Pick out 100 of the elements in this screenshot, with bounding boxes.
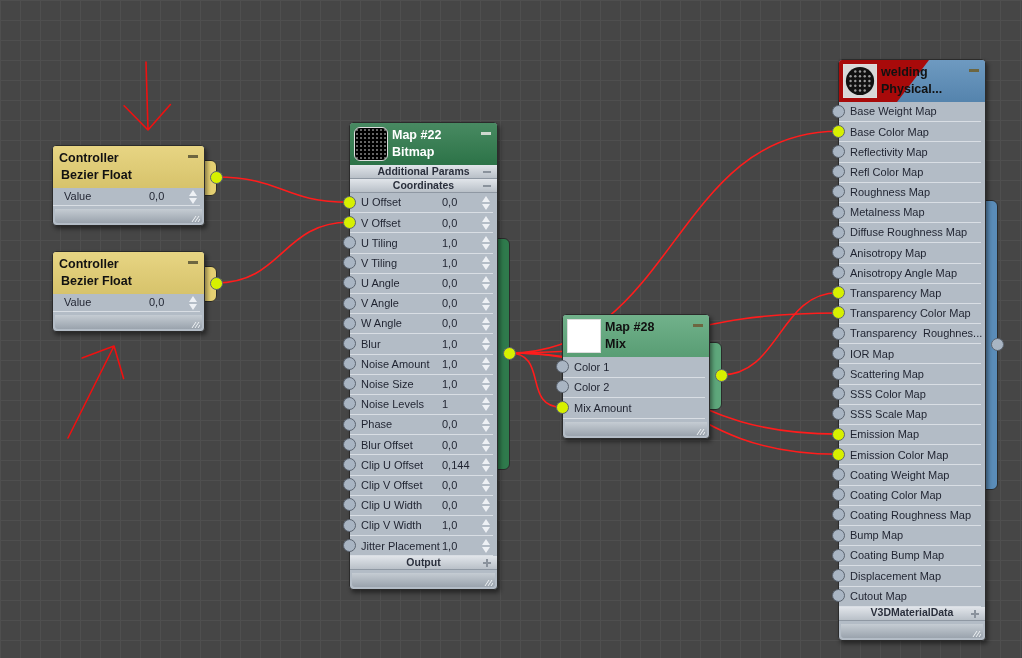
- spinner-value[interactable]: 1,0: [442, 355, 482, 373]
- spinner-value[interactable]: 0,144: [442, 456, 482, 474]
- spinner-value[interactable]: 1,0: [442, 376, 482, 393]
- input-socket[interactable]: [831, 589, 845, 603]
- spinner-value[interactable]: 0,0: [149, 294, 189, 311]
- param-label: Blur: [361, 336, 382, 352]
- param-label: U Tiling: [361, 235, 399, 251]
- input-socket[interactable]: [555, 380, 569, 394]
- param-label: Clip U Width: [361, 498, 424, 514]
- spinner-value[interactable]: 0,0: [442, 214, 482, 232]
- param-label: SSS Color Map: [850, 386, 927, 402]
- node-title: Controller: [59, 150, 119, 167]
- param-label: U Offset: [361, 195, 403, 211]
- param-label: Blur Offset: [361, 437, 414, 453]
- spinner-value[interactable]: 0,0: [149, 188, 189, 205]
- rollout-header[interactable]: Additional Params: [350, 165, 497, 179]
- blank-thumbnail: [567, 319, 601, 353]
- param-label: Transparency Roughnes...: [850, 326, 983, 342]
- annotation-arrow: [123, 61, 172, 131]
- rollout-header[interactable]: Output: [350, 556, 497, 571]
- minimize-icon: [188, 261, 198, 265]
- input-socket[interactable]: [831, 407, 845, 421]
- input-socket[interactable]: [831, 488, 845, 502]
- spinner-value[interactable]: 0,0: [442, 436, 482, 454]
- param-label: Transparency Map: [850, 286, 943, 302]
- param-label: Value: [64, 189, 93, 205]
- resize-grip-icon: [483, 580, 493, 587]
- param-label: W Angle: [361, 316, 403, 332]
- rollout-header[interactable]: Coordinates: [350, 179, 497, 193]
- param-label: Anisotropy Map: [850, 245, 928, 261]
- param-label: Base Color Map: [850, 124, 930, 140]
- param-label: Noise Amount: [361, 356, 431, 372]
- param-label: Coating Bump Map: [850, 548, 946, 564]
- param-label: Coating Color Map: [850, 487, 943, 503]
- node-subtitle: Bezier Float: [60, 273, 132, 290]
- param-label: Base Weight Map: [850, 104, 938, 120]
- spinner-icon: [482, 518, 490, 533]
- input-socket[interactable]: [831, 306, 845, 320]
- input-socket[interactable]: [831, 185, 845, 199]
- param-label: Clip V Width: [361, 518, 423, 534]
- input-socket[interactable]: [831, 508, 845, 522]
- input-socket[interactable]: [831, 266, 845, 280]
- param-label: Color 1: [574, 359, 611, 375]
- input-socket[interactable]: [342, 397, 356, 411]
- param-label: Transparency Color Map: [850, 306, 972, 322]
- input-socket[interactable]: [342, 478, 356, 492]
- input-socket[interactable]: [831, 367, 845, 381]
- param-label: Scattering Map: [850, 366, 925, 382]
- spinner-icon: [482, 538, 490, 553]
- spinner-value[interactable]: 0,0: [442, 416, 482, 433]
- spinner-value[interactable]: 1,0: [442, 335, 482, 353]
- material-sphere-thumbnail: [843, 64, 877, 98]
- spinner-value[interactable]: 1,0: [442, 517, 482, 534]
- param-label: Reflectivity Map: [850, 144, 929, 160]
- spinner-value[interactable]: 0,0: [442, 295, 482, 312]
- input-socket[interactable]: [342, 256, 356, 270]
- param-label: Jitter Placement: [361, 538, 441, 554]
- node-subtitle: Bezier Float: [60, 167, 132, 184]
- node-panel[interactable]: [838, 59, 986, 641]
- spinner-icon: [482, 195, 490, 210]
- spinner-value[interactable]: 0,0: [442, 497, 482, 514]
- param-label: Refl Color Map: [850, 164, 925, 180]
- param-label: Coating Roughness Map: [850, 508, 973, 524]
- param-label: IOR Map: [850, 346, 895, 362]
- input-socket[interactable]: [342, 458, 356, 472]
- input-socket[interactable]: [342, 498, 356, 512]
- param-label: V Angle: [361, 296, 400, 312]
- minimize-icon: [481, 132, 491, 136]
- node-subtitle: Bitmap: [392, 144, 435, 161]
- node-panel[interactable]: Map #28 Mix Color 1 Color 2 Mix Amount: [562, 314, 710, 439]
- input-socket[interactable]: [831, 387, 845, 401]
- param-label: Emission Color Map: [850, 447, 950, 463]
- spinner-icon: [189, 189, 197, 204]
- minimize-icon: [693, 324, 703, 328]
- spinner-value[interactable]: 1,0: [442, 234, 482, 252]
- param-label: Roughness Map: [850, 185, 932, 201]
- input-socket[interactable]: [342, 377, 356, 391]
- input-socket[interactable]: [831, 286, 845, 300]
- spinner-value[interactable]: 0,0: [442, 476, 482, 494]
- node-panel[interactable]: Controller Bezier Float Value 0,0: [52, 251, 205, 332]
- spinner-value[interactable]: 0,0: [442, 275, 482, 292]
- input-socket[interactable]: [342, 357, 356, 371]
- resize-grip-icon: [971, 630, 981, 637]
- spinner-value[interactable]: 1,0: [442, 254, 482, 272]
- node-panel[interactable]: Controller Bezier Float Value 0,0: [52, 145, 205, 226]
- resize-grip-icon: [695, 428, 705, 435]
- texture-thumbnail: [354, 127, 388, 161]
- spinner-value[interactable]: 1,0: [442, 537, 482, 555]
- spinner-value[interactable]: 0,0: [442, 194, 482, 211]
- param-label: V Tiling: [361, 255, 399, 271]
- param-label: Mix Amount: [574, 400, 633, 416]
- input-socket[interactable]: [342, 276, 356, 290]
- node-title: Controller: [59, 256, 119, 273]
- spinner-value[interactable]: 0,0: [442, 315, 482, 332]
- input-socket[interactable]: [831, 165, 845, 179]
- param-label: Anisotropy Angle Map: [850, 265, 958, 281]
- spinner-value[interactable]: 1: [442, 396, 482, 413]
- param-label: Color 2: [574, 380, 611, 395]
- node-panel[interactable]: [349, 122, 498, 591]
- minimize-icon: [188, 155, 198, 159]
